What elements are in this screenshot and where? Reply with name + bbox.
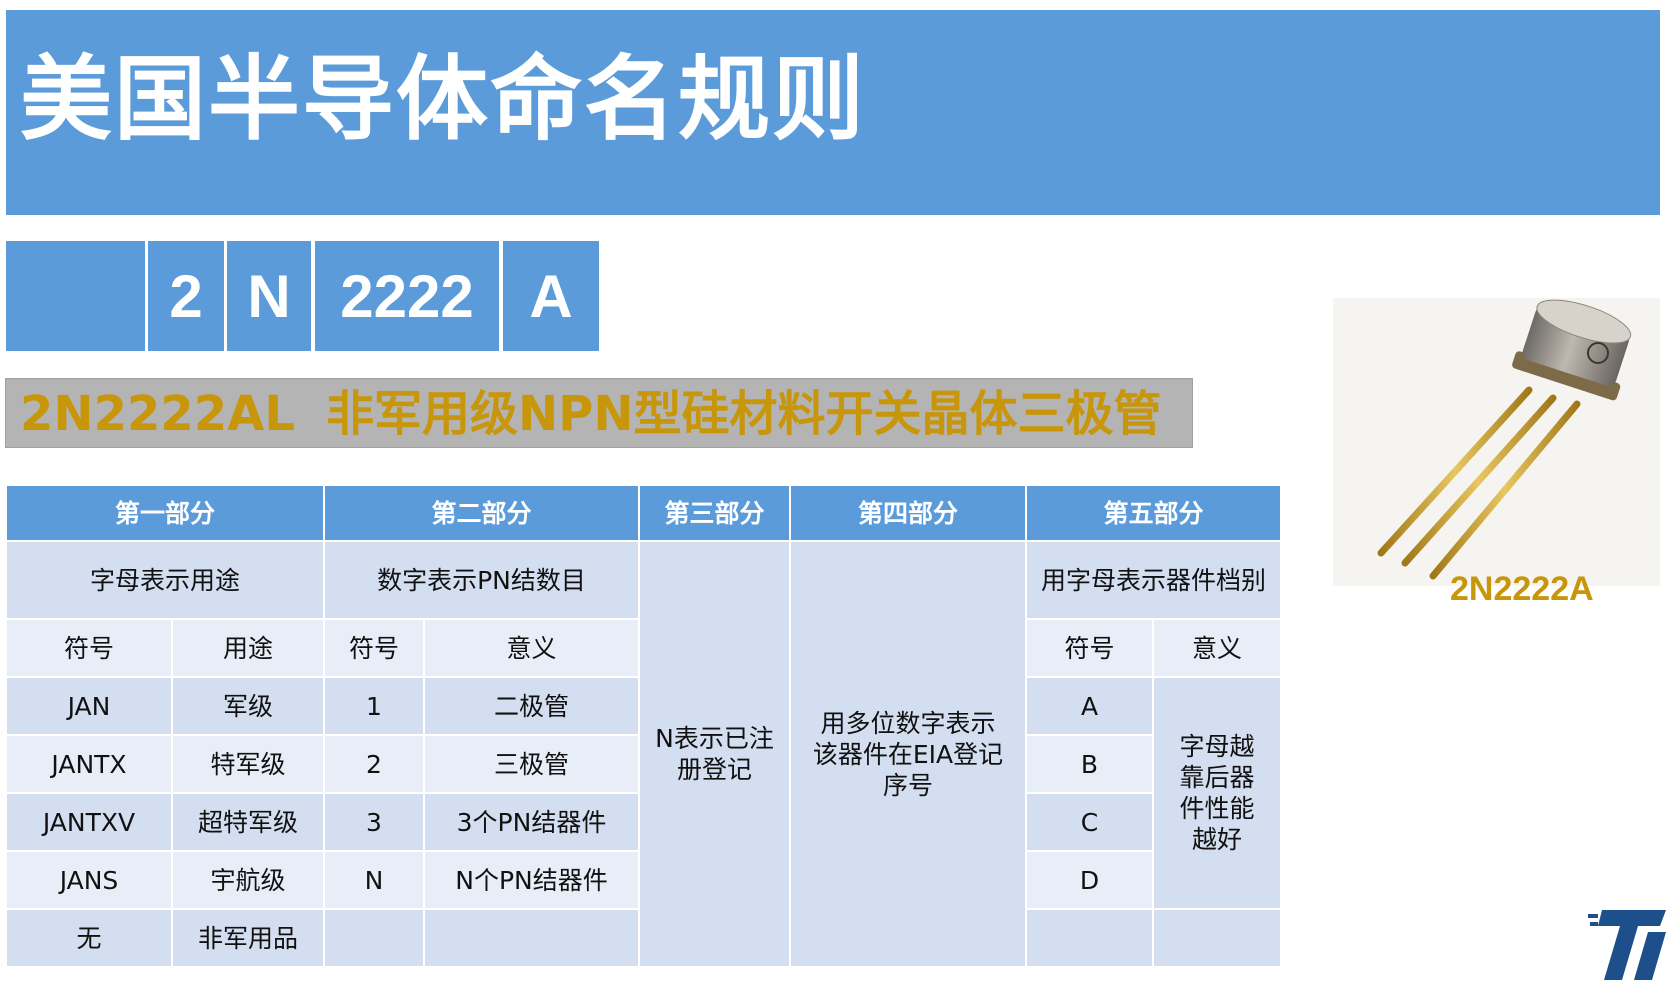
description-text: 非军用级NPN型硅材料开关晶体三极管 xyxy=(326,386,1162,442)
transistor-icon xyxy=(1377,299,1632,580)
table-cell: JAN xyxy=(5,676,173,736)
part-box-a: A xyxy=(503,241,599,351)
part1-description: 字母表示用途 xyxy=(5,540,325,620)
part2-description: 数字表示PN结数目 xyxy=(323,540,640,620)
table-cell xyxy=(1025,908,1154,968)
table-cell: D xyxy=(1025,850,1154,910)
table-cell: 3个PN结器件 xyxy=(423,792,640,852)
table-cell: 三极管 xyxy=(423,734,640,794)
description-code: 2N2222AL xyxy=(20,386,295,442)
table-cell: JANTXV xyxy=(5,792,173,852)
transistor-photo xyxy=(1333,298,1660,586)
part-box-prefix xyxy=(6,241,145,351)
table-cell: JANTX xyxy=(5,734,173,794)
p5-meaning-note: 字母越靠后器件性能越好 xyxy=(1152,676,1282,910)
part4-description: 用多位数字表示该器件在EIA登记序号 xyxy=(789,540,1027,968)
header-part4: 第四部分 xyxy=(789,484,1027,542)
part5-description: 用字母表示器件档别 xyxy=(1025,540,1282,620)
table-cell: B xyxy=(1025,734,1154,794)
transistor-label: 2N2222A xyxy=(1450,570,1594,608)
table-cell: A xyxy=(1025,676,1154,736)
header-part5: 第五部分 xyxy=(1025,484,1282,542)
table-cell: 特军级 xyxy=(171,734,325,794)
header-part1: 第一部分 xyxy=(5,484,325,542)
description-bar: 2N2222AL 非军用级NPN型硅材料开关晶体三极管 xyxy=(5,378,1193,448)
table-cell xyxy=(323,908,425,968)
part-box-n: N xyxy=(227,241,311,351)
p2-meaning-header: 意义 xyxy=(423,618,640,678)
table-cell: N个PN结器件 xyxy=(423,850,640,910)
part3-description: N表示已注册登记 xyxy=(638,540,791,968)
page-title: 美国半导体命名规则 xyxy=(20,46,867,153)
table-cell: 超特军级 xyxy=(171,792,325,852)
table-cell: 1 xyxy=(323,676,425,736)
p2-symbol-header: 符号 xyxy=(323,618,425,678)
naming-rules-table: 第一部分 第二部分 第三部分 第四部分 第五部分 字母表示用途 数字表示PN结数… xyxy=(5,484,1282,968)
p5-symbol-header: 符号 xyxy=(1025,618,1154,678)
p5-meaning-header: 意义 xyxy=(1152,618,1282,678)
table-cell: 无 xyxy=(5,908,173,968)
header-part2: 第二部分 xyxy=(323,484,640,542)
title-banner: 美国半导体命名规则 xyxy=(6,10,1660,215)
table-cell: C xyxy=(1025,792,1154,852)
table-cell: 二极管 xyxy=(423,676,640,736)
table-cell: 非军用品 xyxy=(171,908,325,968)
part-box-2: 2 xyxy=(148,241,224,351)
p1-symbol-header: 符号 xyxy=(5,618,173,678)
table-cell: JANS xyxy=(5,850,173,910)
table-cell: N xyxy=(323,850,425,910)
table-cell: 军级 xyxy=(171,676,325,736)
table-cell: 3 xyxy=(323,792,425,852)
table-cell xyxy=(423,908,640,968)
table-cell: 2 xyxy=(323,734,425,794)
part-box-2222: 2222 xyxy=(315,241,499,351)
table-cell: 宇航级 xyxy=(171,850,325,910)
header-part3: 第三部分 xyxy=(638,484,791,542)
table-cell xyxy=(1152,908,1282,968)
p1-meaning-header: 用途 xyxy=(171,618,325,678)
brand-logo-icon xyxy=(1588,910,1666,984)
